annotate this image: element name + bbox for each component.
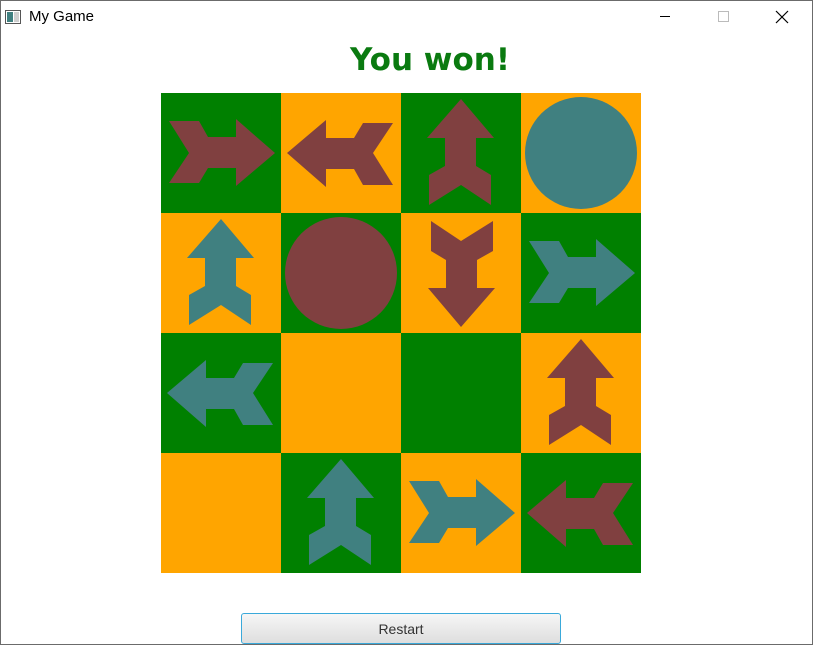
- board-cell[interactable]: [281, 213, 401, 333]
- board-cell[interactable]: [281, 93, 401, 213]
- arrow-up-icon: [307, 459, 374, 565]
- arrow-down-icon: [428, 221, 495, 327]
- game-window: My Game You won! Restart: [0, 0, 813, 645]
- arrow-left-icon: [527, 480, 633, 547]
- board-cell[interactable]: [161, 453, 281, 573]
- close-button[interactable]: [758, 1, 804, 32]
- arrow-up-icon: [547, 339, 614, 445]
- arrow-right-icon: [169, 119, 275, 186]
- board-cell[interactable]: [521, 333, 641, 453]
- title-bar[interactable]: My Game: [1, 1, 812, 32]
- board-cell[interactable]: [161, 333, 281, 453]
- board-cell[interactable]: [521, 93, 641, 213]
- win-message: You won!: [350, 42, 510, 78]
- board-cell[interactable]: [521, 213, 641, 333]
- board-cell[interactable]: [161, 213, 281, 333]
- maximize-button[interactable]: [700, 1, 746, 32]
- restart-button[interactable]: Restart: [241, 613, 561, 644]
- board-cell[interactable]: [401, 93, 521, 213]
- arrow-left-icon: [287, 120, 393, 187]
- board-cell[interactable]: [401, 333, 521, 453]
- board-cell[interactable]: [281, 333, 401, 453]
- board-cell[interactable]: [281, 453, 401, 573]
- arrow-up-icon: [187, 219, 254, 325]
- board-cell[interactable]: [521, 453, 641, 573]
- window-title: My Game: [29, 8, 95, 25]
- board-cell[interactable]: [401, 453, 521, 573]
- arrow-right-icon: [529, 239, 635, 306]
- game-board: [161, 93, 641, 573]
- arrow-up-icon: [427, 99, 494, 205]
- app-icon: [5, 9, 21, 24]
- board-cell[interactable]: [401, 213, 521, 333]
- close-icon: [775, 10, 789, 24]
- maximize-icon: [718, 11, 729, 22]
- arrow-left-icon: [167, 360, 273, 427]
- minimize-icon: [660, 16, 670, 17]
- circle-piece-icon: [285, 217, 397, 329]
- arrow-right-icon: [409, 479, 515, 546]
- board-cell[interactable]: [161, 93, 281, 213]
- circle-piece-icon: [525, 97, 637, 209]
- minimize-button[interactable]: [642, 1, 688, 32]
